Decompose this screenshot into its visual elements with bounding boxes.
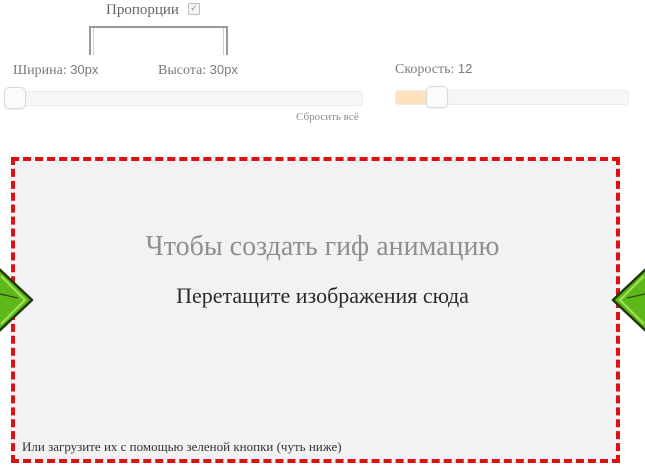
speed-slider-handle[interactable] xyxy=(426,86,449,108)
green-arrow-right-icon[interactable] xyxy=(611,264,645,336)
drop-zone-subtitle: Перетащите изображения сюда xyxy=(176,283,469,308)
drop-zone-hint: Или загрузите их с помощью зеленой кнопк… xyxy=(22,439,342,454)
drop-zone-title: Чтобы создать гиф анимацию xyxy=(145,231,500,262)
speed-label-text: Скорость: xyxy=(395,62,455,77)
speed-label: Скорость: 12 xyxy=(395,61,472,78)
size-slider-track[interactable] xyxy=(4,91,363,106)
image-drop-zone[interactable] xyxy=(11,157,620,463)
height-value: 30px xyxy=(209,62,238,77)
width-value: 30px xyxy=(70,62,99,77)
height-label: Высота: 30px xyxy=(158,62,238,79)
proportions-checkbox[interactable]: ✓ xyxy=(188,3,200,15)
speed-value: 12 xyxy=(457,61,473,76)
width-label: Ширина: 30px xyxy=(13,62,98,79)
size-slider-handle[interactable] xyxy=(4,87,26,109)
height-label-text: Высота: xyxy=(158,63,207,78)
proportions-link-bracket xyxy=(89,26,228,55)
reset-all-link[interactable]: Сбросить всё xyxy=(296,111,359,123)
green-arrow-left-icon[interactable] xyxy=(0,264,34,336)
width-label-text: Ширина: xyxy=(13,63,67,78)
proportions-label: Пропорции xyxy=(106,2,179,18)
